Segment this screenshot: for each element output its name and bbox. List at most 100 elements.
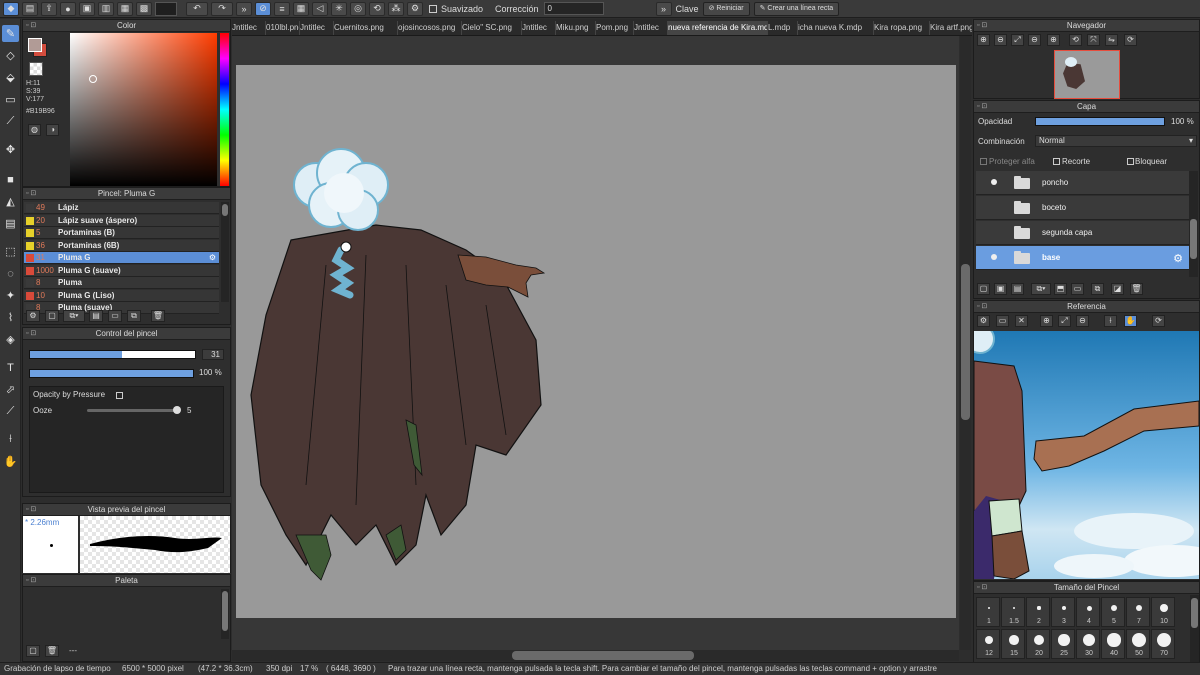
document-tab[interactable]: Cielo" SC.png <box>462 21 522 35</box>
blend-mode-select[interactable]: Normal ▾ <box>1035 135 1197 147</box>
panel-toggle-icon[interactable]: ▫ ⊡ <box>26 188 36 200</box>
color-picker-cursor[interactable] <box>89 75 97 83</box>
document-tab[interactable]: Miku.png <box>556 21 596 35</box>
palette-scroll-thumb[interactable] <box>222 591 228 631</box>
eyedropper-tool-icon[interactable]: ⟊ <box>2 431 19 448</box>
arrow-icon[interactable]: ◁ <box>312 1 328 16</box>
clipping-checkbox[interactable] <box>1053 158 1060 165</box>
crosshair-icon[interactable]: ✳ <box>331 1 347 16</box>
brush-size-cell[interactable]: 20 <box>1026 629 1050 659</box>
fit-icon[interactable]: ⤢ <box>1011 34 1024 46</box>
document-tab[interactable]: 010lbl.png <box>266 21 300 35</box>
hue-slider[interactable] <box>220 33 229 186</box>
layer-options-icon[interactable]: ⧉▾ <box>1031 283 1051 295</box>
move-tool-icon[interactable]: ✥ <box>2 141 19 158</box>
layer-row[interactable]: base ⚙ <box>976 246 1189 270</box>
zoom-in-2-icon[interactable]: ⊕ <box>1047 34 1060 46</box>
reset-button[interactable]: ⊘ Reiniciar <box>702 1 750 16</box>
image-icon[interactable]: ▣ <box>79 1 95 16</box>
new-raster-layer-icon[interactable]: ▢ <box>977 283 990 295</box>
blend-tool-icon[interactable]: ⬙ <box>2 69 19 86</box>
brush-item[interactable]: 20 Lápiz suave (áspero) <box>24 214 219 227</box>
document-tab[interactable]: L.mdp <box>768 21 798 35</box>
undo-icon[interactable]: ↶ <box>186 1 208 16</box>
zoom-in-icon[interactable]: ⊕ <box>977 34 990 46</box>
brush-size-value[interactable]: 31 <box>202 349 224 360</box>
new-vector-layer-icon[interactable]: ▣ <box>994 283 1007 295</box>
straight-line-button[interactable]: ✎ Crear una línea recta <box>753 1 840 16</box>
reset-view-icon[interactable]: ⟳ <box>1124 34 1137 46</box>
zoom-out-icon[interactable]: ⊖ <box>994 34 1007 46</box>
brush-list-scrollbar[interactable] <box>221 202 229 302</box>
brush-size-slider[interactable] <box>29 350 196 359</box>
ref-zoom-in-icon[interactable]: ⊕ <box>1040 315 1053 327</box>
save-icon[interactable]: ⇪ <box>41 1 57 16</box>
copy-brush-icon[interactable]: ▤ <box>89 310 103 322</box>
document-tab[interactable]: Kira ropa.png <box>874 21 930 35</box>
layer-row[interactable]: poncho <box>976 171 1189 195</box>
visibility-eye-icon[interactable] <box>991 179 997 185</box>
brush-size-cell[interactable]: 40 <box>1101 629 1125 659</box>
select-pen-tool-icon[interactable]: ⌇ <box>2 309 19 326</box>
layer-opacity-slider[interactable] <box>1035 117 1165 126</box>
brush-size-cell[interactable]: 3 <box>1051 597 1075 627</box>
grid-icon[interactable]: ▩ <box>136 1 152 16</box>
drawing-canvas[interactable] <box>236 65 956 618</box>
layer-row[interactable]: boceto <box>976 196 1189 220</box>
document-tab[interactable]: Jntitlec <box>522 21 556 35</box>
brush-tool-icon[interactable]: ⟋ <box>2 113 19 130</box>
canvas-vertical-scroll-thumb[interactable] <box>961 264 970 420</box>
panel-toggle-icon[interactable]: ▫ ⊡ <box>977 301 987 313</box>
pen-tool-icon[interactable]: ✎ <box>2 25 19 42</box>
brush-size-cell[interactable]: 1.5 <box>1001 597 1025 627</box>
ref-rotate-icon[interactable]: ⟳ <box>1152 315 1165 327</box>
smoothing-checkbox[interactable] <box>429 4 437 13</box>
canvas-horizontal-scroll-thumb[interactable] <box>512 651 694 660</box>
gear-icon[interactable]: ⚙ <box>1173 252 1183 265</box>
active-color-well[interactable] <box>155 1 177 16</box>
lasso-tool-icon[interactable]: ◌ <box>2 265 19 282</box>
brush-options-icon[interactable]: ⧉▾ <box>63 310 85 322</box>
hand-tool-icon[interactable]: ✋ <box>2 453 19 470</box>
color-wheel-icon[interactable]: ◍ <box>28 124 41 136</box>
select-rect-tool-icon[interactable]: ⬚ <box>2 243 19 260</box>
document-tab[interactable]: Jntitlec <box>300 21 334 35</box>
magic-wand-tool-icon[interactable]: ✦ <box>2 287 19 304</box>
duplicate-brush-icon[interactable]: ⧉ <box>127 310 141 322</box>
reference-image[interactable] <box>974 331 1199 579</box>
brush-size-cell[interactable]: 7 <box>1126 597 1150 627</box>
ooze-slider[interactable] <box>87 409 179 412</box>
brush-size-cell[interactable]: 10 <box>1151 597 1175 627</box>
layer-row[interactable]: segunda capa <box>976 221 1189 245</box>
brush-item[interactable]: 1000 Pluma G (suave) <box>24 264 219 277</box>
brush-item[interactable]: 8 Pluma <box>24 277 219 289</box>
brush-list-scroll-thumb[interactable] <box>222 204 228 216</box>
brush-item[interactable]: 49 Lápiz <box>24 202 219 214</box>
brush-size-cell[interactable]: 4 <box>1076 597 1100 627</box>
stroke-pattern-1-icon[interactable]: ≡ <box>274 1 290 16</box>
rectangle-tool-icon[interactable]: ▭ <box>2 91 19 108</box>
visibility-eye-icon[interactable] <box>991 254 997 260</box>
fit-view-icon[interactable]: ⤧ <box>1087 34 1100 46</box>
document-tab[interactable]: nueva referencia de Kira.mdp <box>668 21 768 35</box>
brush-settings-icon[interactable]: ⚙ <box>26 310 40 322</box>
ref-eyedropper-icon[interactable]: ⟊ <box>1104 315 1117 327</box>
brush-folder-icon[interactable]: ▭ <box>108 310 122 322</box>
pattern-icon[interactable]: ⁂ <box>388 1 404 16</box>
layer-scroll-thumb[interactable] <box>1190 219 1197 259</box>
fill-square-tool-icon[interactable]: ■ <box>2 171 19 188</box>
panel-toggle-icon[interactable]: ▫ ⊡ <box>977 20 987 32</box>
redo-icon[interactable]: ↷ <box>211 1 233 16</box>
bucket-tool-icon[interactable]: ◭ <box>2 193 19 210</box>
expand-icon-2[interactable]: » <box>655 1 672 16</box>
document-tab[interactable]: Kira artf.png <box>930 21 972 35</box>
merge-layer-icon[interactable]: ⬒ <box>1054 283 1067 295</box>
brush-size-cell[interactable]: 15 <box>1001 629 1025 659</box>
document-tab[interactable]: icha nueva K.mdp <box>798 21 874 35</box>
delete-brush-icon[interactable]: 🗑 <box>151 310 165 322</box>
brush-size-cell[interactable]: 5 <box>1101 597 1125 627</box>
brush-size-scroll-thumb[interactable] <box>1191 598 1198 628</box>
notes-icon[interactable]: ▦ <box>117 1 133 16</box>
opacity-by-pressure-checkbox[interactable] <box>116 392 123 399</box>
file-icon[interactable]: ▤ <box>22 1 38 16</box>
